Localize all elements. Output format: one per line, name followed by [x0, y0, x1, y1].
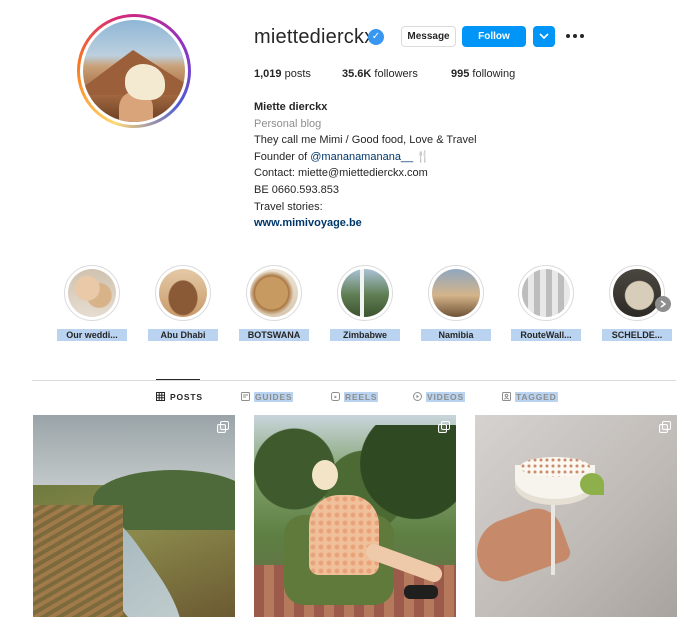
verified-badge-icon: ✓ — [368, 29, 384, 45]
tab-posts[interactable]: POSTS — [156, 392, 204, 402]
post-thumbnail[interactable] — [475, 415, 677, 617]
bio-line: Founder of @mananamanana__ 🍴 — [254, 150, 430, 163]
avatar-photo — [83, 20, 185, 122]
highlight-cover — [341, 269, 389, 317]
story-highlight[interactable]: Our weddi... — [57, 265, 127, 341]
tab-videos[interactable]: VIDEOS — [413, 392, 465, 402]
multiple-photos-icon — [659, 421, 671, 433]
story-highlight[interactable]: Zimbabwe — [330, 265, 400, 341]
highlight-label: Abu Dhabi — [148, 329, 218, 341]
message-button[interactable]: Message — [401, 26, 456, 47]
suggested-accounts-dropdown-button[interactable] — [533, 26, 555, 47]
highlight-cover — [522, 269, 570, 317]
grid-icon — [156, 392, 165, 401]
chevron-down-icon — [539, 33, 549, 40]
tab-tagged[interactable]: TAGGED — [502, 392, 558, 402]
bio-line: They call me Mimi / Good food, Love & Tr… — [254, 134, 477, 147]
more-options-button[interactable] — [566, 30, 584, 42]
highlight-label: Our weddi... — [57, 329, 127, 341]
guides-icon — [241, 392, 250, 401]
followers-count[interactable]: 35.6K followers — [342, 68, 418, 80]
bio-line: Travel stories: — [254, 200, 323, 213]
story-highlight[interactable]: RouteWall... — [511, 265, 581, 341]
bio-line: Contact: miette@miettedierckx.com — [254, 167, 428, 180]
highlight-label: SCHELDE... — [602, 329, 672, 341]
post-thumbnail[interactable] — [254, 415, 456, 617]
fork-knife-icon: 🍴 — [413, 150, 430, 163]
follow-button[interactable]: Follow — [462, 26, 526, 47]
multiple-photos-icon — [217, 421, 229, 433]
tab-guides[interactable]: GUIDES — [241, 392, 294, 402]
profile-bio: Miette dierckx Personal blog They call m… — [254, 99, 674, 232]
highlight-cover — [432, 269, 480, 317]
story-highlight[interactable]: BOTSWANA — [239, 265, 309, 341]
profile-category: Personal blog — [254, 117, 322, 130]
post-thumbnail[interactable] — [33, 415, 235, 617]
highlight-cover — [68, 269, 116, 317]
posts-count: 1,019 posts — [254, 68, 311, 80]
highlight-cover — [250, 269, 298, 317]
active-tab-indicator — [156, 379, 200, 380]
highlight-label: BOTSWANA — [239, 329, 309, 341]
profile-username: miettedierckx — [254, 26, 375, 48]
multiple-photos-icon — [438, 421, 450, 433]
bio-website-link[interactable]: www.mimivoyage.be — [254, 215, 674, 232]
tagged-user-icon — [502, 392, 511, 401]
highlight-label: Zimbabwe — [330, 329, 400, 341]
highlight-label: RouteWall... — [511, 329, 581, 341]
following-count[interactable]: 995 following — [451, 68, 515, 80]
reels-icon — [331, 392, 340, 401]
tab-reels[interactable]: REELS — [331, 392, 379, 402]
bio-mention-link[interactable]: @mananamanana__ — [310, 151, 413, 163]
play-circle-icon — [413, 392, 422, 401]
bio-line: BE 0660.593.853 — [254, 183, 340, 196]
tabs-divider — [32, 380, 676, 381]
story-highlight[interactable]: Namibia — [421, 265, 491, 341]
highlight-label: Namibia — [421, 329, 491, 341]
chevron-right-icon — [660, 300, 666, 308]
highlights-next-button[interactable] — [655, 296, 671, 312]
story-highlight[interactable]: Abu Dhabi — [148, 265, 218, 341]
profile-full-name: Miette dierckx — [254, 101, 328, 113]
more-dots-icon — [566, 34, 570, 38]
highlight-cover — [613, 269, 661, 317]
highlight-cover — [159, 269, 207, 317]
profile-avatar[interactable] — [77, 14, 191, 128]
